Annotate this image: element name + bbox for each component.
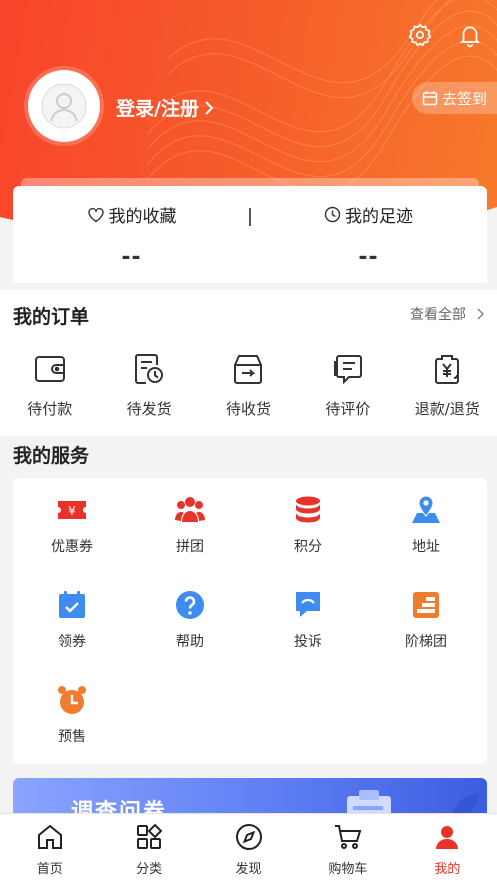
order-label: 待发货	[126, 400, 172, 418]
heart-icon	[87, 207, 104, 222]
order-pending-receipt[interactable]: 待收货	[199, 352, 298, 419]
service-label: 拼团	[176, 539, 204, 555]
comment-icon	[333, 355, 362, 385]
service-get-coupon[interactable]: 领券	[13, 589, 131, 651]
orders-section: 我的订单 查看全部 待付款 待发货 待收货 待评价 退款/退货	[0, 290, 497, 436]
tab-cart[interactable]: 购物车	[298, 814, 397, 883]
service-label: 帮助	[176, 634, 204, 650]
help-icon	[176, 591, 204, 619]
footprint-count: --	[358, 245, 379, 270]
home-icon	[37, 824, 62, 849]
favorites-item[interactable]: 我的收藏 --	[13, 202, 250, 270]
signin-label: 去签到	[441, 89, 487, 108]
service-points[interactable]: 积分	[249, 494, 367, 556]
order-label: 待评价	[325, 400, 371, 418]
order-label: 退款/退货	[414, 400, 480, 418]
compass-icon	[235, 824, 262, 850]
coupon-icon: ¥	[58, 501, 86, 519]
footprint-item[interactable]: 我的足迹 --	[250, 202, 487, 270]
wallet-icon	[34, 356, 65, 382]
service-label: 预售	[58, 729, 86, 745]
refund-icon	[435, 355, 460, 384]
service-label: 积分	[294, 539, 322, 555]
order-pending-payment[interactable]: 待付款	[0, 352, 99, 419]
favorites-card: 我的收藏 -- 我的足迹 --	[13, 178, 487, 283]
cart-icon	[334, 825, 362, 849]
service-label: 地址	[412, 539, 440, 555]
service-label: 领券	[58, 634, 86, 650]
order-pending-review[interactable]: 待评价	[298, 352, 397, 419]
favorites-label: 我的收藏	[108, 207, 177, 227]
gear-icon[interactable]	[407, 22, 433, 48]
tab-label: 我的	[434, 862, 461, 877]
group-icon	[175, 497, 205, 522]
tab-home[interactable]: 首页	[0, 814, 99, 883]
map-icon	[412, 495, 440, 523]
services-title: 我的服务	[13, 445, 90, 467]
login-label: 登录/注册	[116, 98, 199, 120]
order-label: 待付款	[27, 400, 73, 418]
signin-button[interactable]: 去签到	[411, 82, 497, 114]
view-all-orders-link[interactable]: 查看全部	[410, 304, 485, 324]
avatar[interactable]	[28, 70, 100, 142]
alarm-icon	[58, 686, 86, 714]
view-all-label: 查看全部	[410, 307, 466, 323]
tab-label: 分类	[136, 862, 163, 877]
tab-label: 首页	[36, 862, 63, 877]
complaint-icon	[296, 592, 320, 617]
bell-icon[interactable]	[457, 22, 483, 48]
service-label: 优惠券	[51, 539, 93, 555]
box-icon	[234, 355, 263, 384]
login-register-link[interactable]: 登录/注册	[116, 94, 215, 121]
calendar-icon	[422, 91, 438, 106]
chevron-right-icon	[477, 308, 485, 320]
favorites-count: --	[121, 245, 142, 270]
service-coupon[interactable]: ¥ 优惠券	[13, 494, 131, 556]
service-help[interactable]: 帮助	[131, 589, 249, 651]
clock-icon	[324, 206, 341, 223]
service-complaint[interactable]: 投诉	[249, 589, 367, 651]
header-actions	[407, 22, 483, 48]
user-icon	[436, 826, 459, 849]
services-card: ¥ 优惠券 拼团 积分 地址 领券 帮助 投诉 阶梯团 预售	[13, 478, 487, 764]
tab-discover[interactable]: 发现	[199, 814, 298, 883]
tab-label: 购物车	[328, 862, 368, 877]
service-address[interactable]: 地址	[367, 494, 485, 556]
chevron-right-icon	[205, 100, 214, 115]
doc-clock-icon	[135, 354, 164, 384]
points-icon	[296, 496, 320, 523]
ladder-icon	[413, 592, 439, 618]
service-group-buy[interactable]: 拼团	[131, 494, 249, 556]
order-refund[interactable]: 退款/退货	[398, 352, 497, 419]
footprint-label: 我的足迹	[345, 207, 413, 227]
service-presale[interactable]: 预售	[13, 684, 131, 746]
tab-label: 发现	[235, 862, 262, 877]
default-avatar-icon	[41, 83, 87, 129]
tab-category[interactable]: 分类	[99, 814, 198, 883]
orders-title: 我的订单	[13, 306, 90, 328]
tab-mine[interactable]: 我的	[398, 814, 497, 883]
svg-text:¥: ¥	[68, 504, 76, 518]
service-label: 阶梯团	[405, 634, 447, 650]
calendar-check-icon	[59, 591, 85, 618]
order-label: 待收货	[225, 400, 271, 418]
order-pending-shipment[interactable]: 待发货	[99, 352, 198, 419]
category-icon	[137, 823, 163, 849]
service-ladder-group[interactable]: 阶梯团	[367, 589, 485, 651]
bottom-tab-bar: 首页 分类 发现 购物车 我的	[0, 813, 497, 883]
service-label: 投诉	[294, 634, 322, 650]
